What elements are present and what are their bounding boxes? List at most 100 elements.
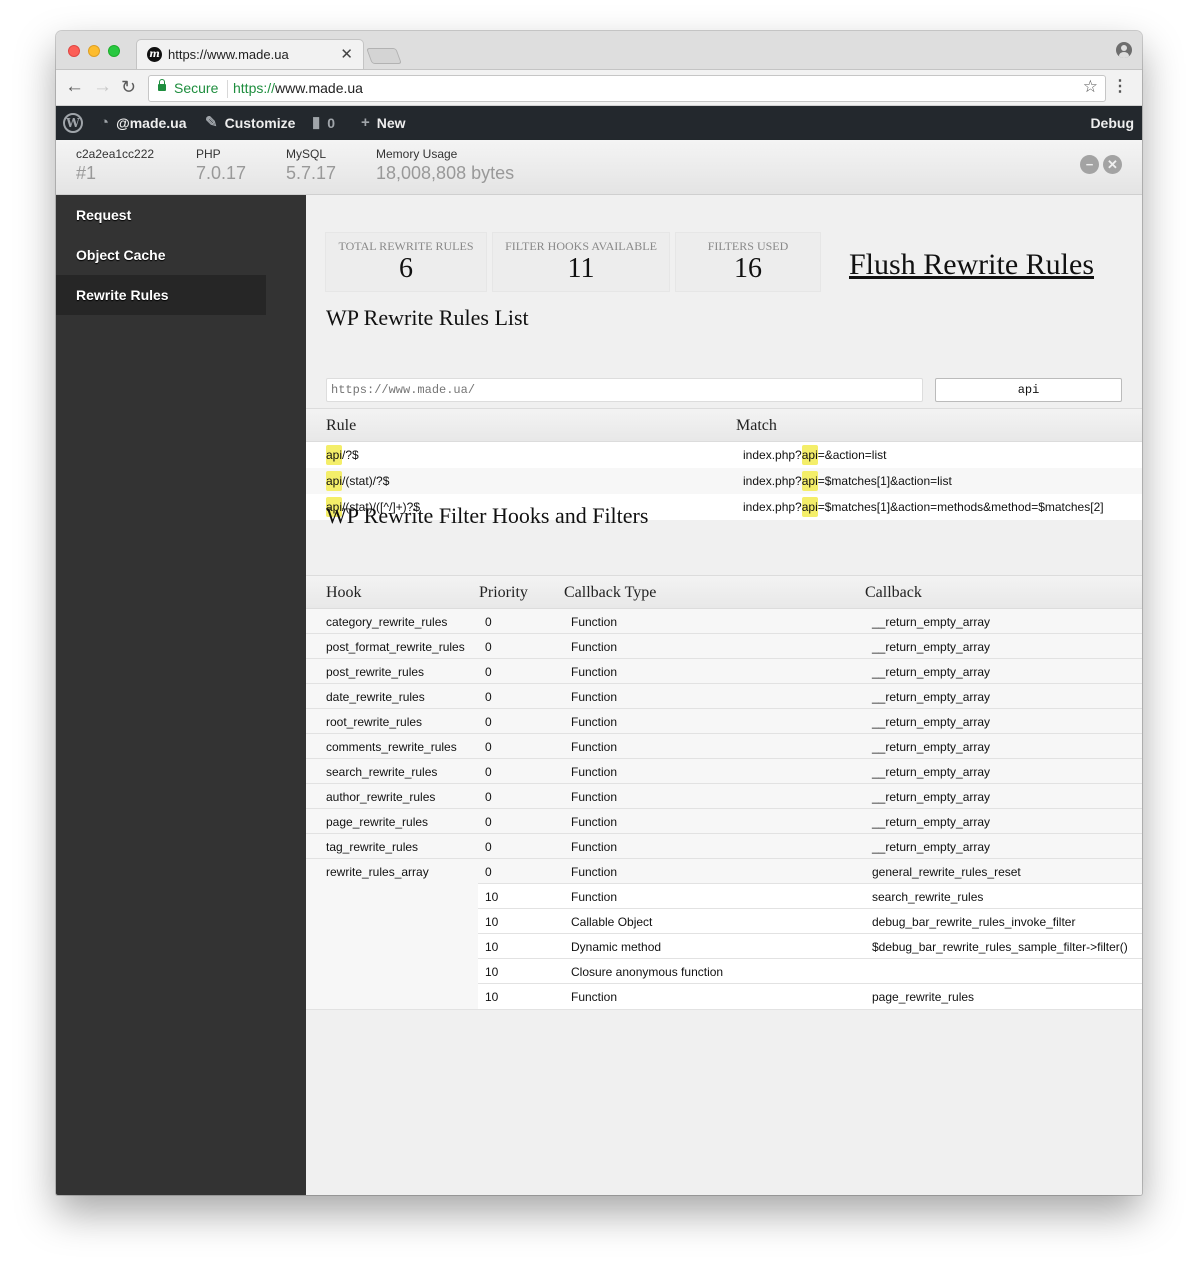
hook-row: category_rewrite_rules 0 Function __return_… [306,609,1142,634]
stat-total-rewrite-rules: Total Rewrite Rules 6 [325,232,487,292]
hook-callback-type: Function [571,690,618,704]
admin-bar-comments[interactable]: ▮ 0 [312,106,335,140]
hook-name: author_rewrite_rules [326,790,436,804]
minimize-window-button[interactable] [88,45,100,57]
hook-group: rewrite_rules_array 0 Function general_rewr… [306,859,1142,1010]
sidebar-item-object-cache[interactable]: Object Cache [56,235,266,275]
plus-icon: + [361,114,370,131]
close-icon[interactable]: ✕ [1103,155,1122,174]
stats-row: Total Rewrite Rules 6 Filter Hooks Avail… [325,232,821,292]
hook-callback: __return_empty_array [872,790,991,804]
hook-priority: 10 [485,890,499,904]
debug-bar-header: c2a2ea1cc222 #1 PHP 7.0.17 MySQL 5.7.17 … [56,140,1142,195]
address-divider [227,80,228,98]
debug-sidebar: Request Object Cache Rewrite Rules [56,195,306,1195]
stat-filter-hooks-available: Filter Hooks Available 11 [492,232,670,292]
tab-title: https://www.made.ua [168,47,289,62]
hook-priority: 0 [485,690,492,704]
dashboard-icon: ◔ [100,114,110,131]
hook-priority: 0 [485,790,492,804]
admin-bar-new[interactable]: + New [361,106,406,140]
hook-callback: __return_empty_array [872,765,991,779]
lock-icon [158,79,166,91]
stat-label: Total Rewrite Rules [338,239,474,253]
hook-callback: __return_empty_array [872,840,991,854]
new-label: New [376,115,406,131]
browser-menu-icon[interactable]: ⋮ [1112,76,1128,98]
secure-label: Secure [174,80,219,96]
browser-window: m https://www.made.ua ✕ ← → ↻ Secure htt… [56,31,1142,1195]
rule-match: index.php?api=$matches[1]&action=methods… [743,497,1104,517]
brush-icon: ✎ [205,114,218,131]
close-window-button[interactable] [68,45,80,57]
hook-entry-row: 10 Function search_rewrite_rules [478,884,1142,909]
profile-icon[interactable] [1116,42,1132,58]
bookmark-star-icon[interactable]: ☆ [1083,77,1098,97]
hook-row: post_rewrite_rules 0 Function __return_empt… [306,659,1142,684]
hook-name: comments_rewrite_rules [326,740,457,754]
flush-rewrite-rules-link[interactable]: Flush Rewrite Rules [849,248,1094,282]
hook-row: tag_rewrite_rules 0 Function __return_empty… [306,834,1142,859]
hook-callback-type: Function [571,615,618,629]
hook-name: post_format_rewrite_rules [326,640,465,654]
hook-priority: 0 [485,615,492,629]
column-callback-type: Callback Type [564,584,657,601]
rule-highlight: api [326,471,343,491]
hook-priority: 0 [485,665,492,679]
hook-priority: 0 [485,715,492,729]
forward-arrow-icon[interactable]: → [93,76,112,98]
new-tab-button[interactable] [366,48,402,64]
hook-entry-row: 10 Closure anonymous function [478,959,1142,984]
admin-bar-site[interactable]: ◔ @made.ua [100,106,187,140]
reload-icon[interactable]: ↻ [121,76,136,98]
address-url[interactable]: https://www.made.ua [233,80,363,96]
hook-callback: __return_empty_array [872,615,991,629]
site-favicon-icon: m [147,47,162,62]
hook-priority: 10 [485,990,499,1004]
admin-bar-customize[interactable]: ✎ Customize [205,106,295,140]
hook-name: search_rewrite_rules [326,765,438,779]
hook-callback-type: Function [571,865,618,879]
match-rest: =&action=list [817,448,887,462]
sidebar-item-rewrite-rules[interactable]: Rewrite Rules [56,275,266,315]
tab-close-icon[interactable]: ✕ [340,45,353,63]
hook-row: post_format_rewrite_rules 0 Function __retu… [306,634,1142,659]
url-scheme: https:// [233,80,276,96]
address-bar[interactable]: Secure https://www.made.ua ☆ [148,75,1106,102]
hook-priority: 10 [485,915,499,929]
stat-value: 11 [567,253,595,284]
hook-callback-type: Function [571,665,618,679]
debug-request-id: c2a2ea1cc222 #1 [76,147,154,184]
hook-priority: 0 [485,840,492,854]
sidebar-item-request[interactable]: Request [56,195,266,235]
hook-row: search_rewrite_rules 0 Function __return_em… [306,759,1142,784]
request-id-value: #1 [76,163,97,183]
rule-row: api/?$ index.php?api=&action=list [306,442,1142,468]
hook-callback: __return_empty_array [872,665,991,679]
debug-mysql-version: MySQL 5.7.17 [286,147,336,184]
comments-count: 0 [327,115,336,131]
hook-callback-type: Function [571,990,618,1004]
back-arrow-icon[interactable]: ← [65,76,84,98]
hooks-table-header: Hook Priority Callback Type Callback [306,575,1142,609]
hook-callback-type: Function [571,765,618,779]
hook-callback-type: Function [571,790,618,804]
maximize-window-button[interactable] [108,45,120,57]
test-url-input[interactable] [326,378,923,402]
match-prefix: index.php? [743,500,802,514]
admin-bar-debug[interactable]: Debug [1090,106,1134,140]
hook-callback: search_rewrite_rules [872,890,984,904]
wordpress-logo-icon[interactable]: W [63,113,83,133]
browser-tab[interactable]: m https://www.made.ua ✕ [136,39,364,69]
stat-label: Filters Used [707,239,789,253]
stat-value: 6 [399,253,413,284]
hook-entry-row: 10 Dynamic method $debug_bar_rewrite_rules… [478,934,1142,959]
hook-name: date_rewrite_rules [326,690,425,704]
rule-filter-input[interactable] [935,378,1122,402]
php-label: PHP [196,147,221,161]
wp-admin-bar: W ◔ @made.ua ✎ Customize ▮ 0 + New Debug [56,106,1142,140]
minimize-icon[interactable]: − [1080,155,1099,174]
hook-name: category_rewrite_rules [326,615,448,629]
hook-callback: __return_empty_array [872,740,991,754]
match-rest: =$matches[1]&action=methods&method=$matc… [817,500,1104,514]
